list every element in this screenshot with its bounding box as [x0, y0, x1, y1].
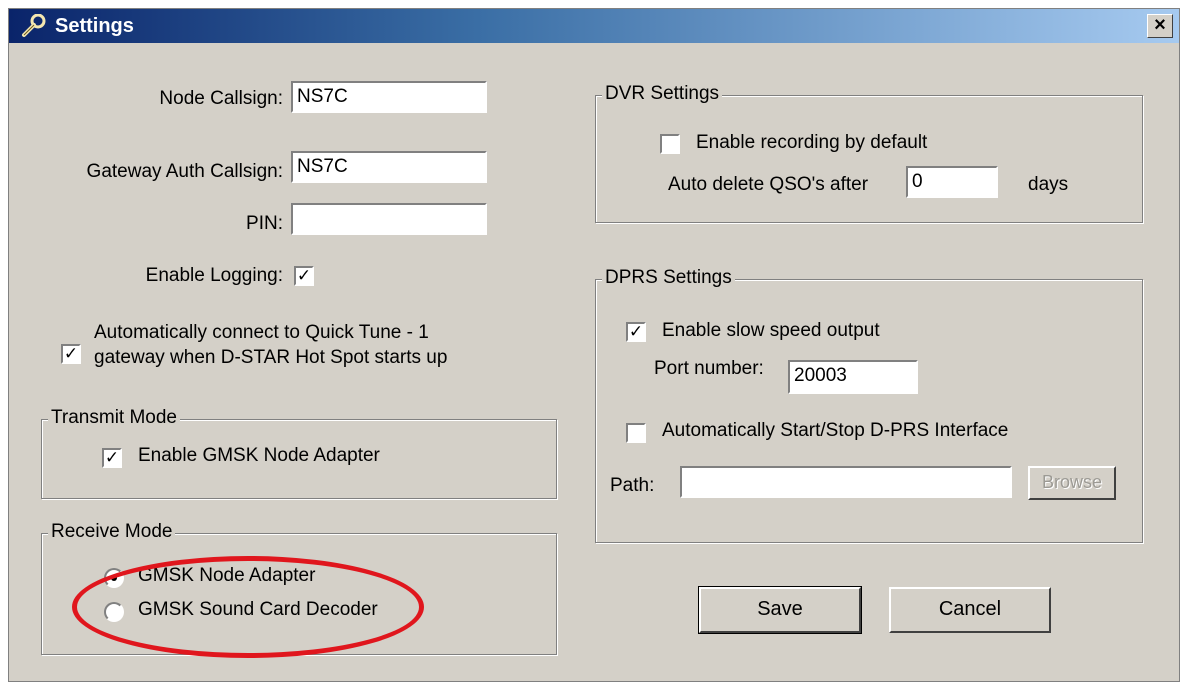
gateway-auth-callsign-label: Gateway Auth Callsign:: [86, 161, 283, 182]
node-callsign-input[interactable]: NS7C: [291, 81, 487, 113]
enable-logging-checkbox[interactable]: ✓: [294, 266, 314, 286]
close-button[interactable]: ×: [1147, 14, 1173, 38]
days-label: days: [1028, 174, 1069, 195]
receive-mode-group: Receive Mode GMSK Node Adapter GMSK Soun…: [41, 521, 557, 655]
enable-gmsk-node-adapter-label: Enable GMSK Node Adapter: [138, 445, 380, 466]
dprs-settings-group: DPRS Settings ✓ Enable slow speed output…: [595, 267, 1143, 543]
transmit-mode-group: Transmit Mode ✓ Enable GMSK Node Adapter: [41, 407, 557, 499]
radio-gmsk-node-adapter-label: GMSK Node Adapter: [138, 565, 316, 586]
radio-gmsk-sound-card-decoder[interactable]: [104, 602, 124, 622]
wrench-icon: [22, 14, 46, 37]
path-label: Path:: [610, 475, 655, 496]
port-number-input[interactable]: 20003: [788, 360, 918, 394]
enable-recording-checkbox[interactable]: [660, 134, 680, 154]
browse-button[interactable]: Browse: [1028, 466, 1116, 500]
cancel-button[interactable]: Cancel: [889, 587, 1051, 633]
receive-mode-legend: Receive Mode: [48, 521, 176, 543]
dvr-settings-legend: DVR Settings: [602, 83, 723, 105]
title-bar[interactable]: Settings ×: [9, 9, 1179, 43]
port-number-label: Port number:: [654, 358, 764, 379]
path-input[interactable]: [680, 466, 1012, 498]
pin-input[interactable]: [291, 203, 487, 235]
radio-gmsk-node-adapter[interactable]: [104, 568, 124, 588]
auto-delete-days-input[interactable]: 0: [906, 166, 998, 198]
dprs-settings-legend: DPRS Settings: [602, 267, 735, 289]
save-button[interactable]: Save: [698, 586, 862, 634]
dvr-settings-group: DVR Settings Enable recording by default…: [595, 83, 1143, 223]
gateway-auth-callsign-input[interactable]: NS7C: [291, 151, 487, 183]
autoconnect-label-line2: gateway when D-STAR Hot Spot starts up: [94, 347, 448, 368]
radio-gmsk-sound-card-decoder-label: GMSK Sound Card Decoder: [138, 599, 378, 620]
auto-delete-label: Auto delete QSO's after: [668, 174, 869, 195]
autostart-dprs-checkbox[interactable]: [626, 423, 646, 443]
window-title: Settings: [55, 15, 134, 37]
autostart-dprs-label: Automatically Start/Stop D-PRS Interface: [662, 420, 1009, 441]
autoconnect-checkbox[interactable]: ✓: [61, 344, 81, 364]
settings-dialog: Settings × Node Callsign: NS7C Gateway A…: [8, 8, 1180, 682]
enable-gmsk-node-adapter-checkbox[interactable]: ✓: [102, 448, 122, 468]
pin-label: PIN:: [246, 213, 283, 234]
node-callsign-label: Node Callsign:: [159, 88, 283, 109]
enable-recording-label: Enable recording by default: [696, 132, 928, 153]
transmit-mode-legend: Transmit Mode: [48, 407, 180, 429]
enable-logging-label: Enable Logging:: [145, 265, 283, 286]
enable-slow-speed-label: Enable slow speed output: [662, 320, 880, 341]
autoconnect-label-line1: Automatically connect to Quick Tune - 1: [94, 322, 429, 343]
enable-slow-speed-checkbox[interactable]: ✓: [626, 322, 646, 342]
